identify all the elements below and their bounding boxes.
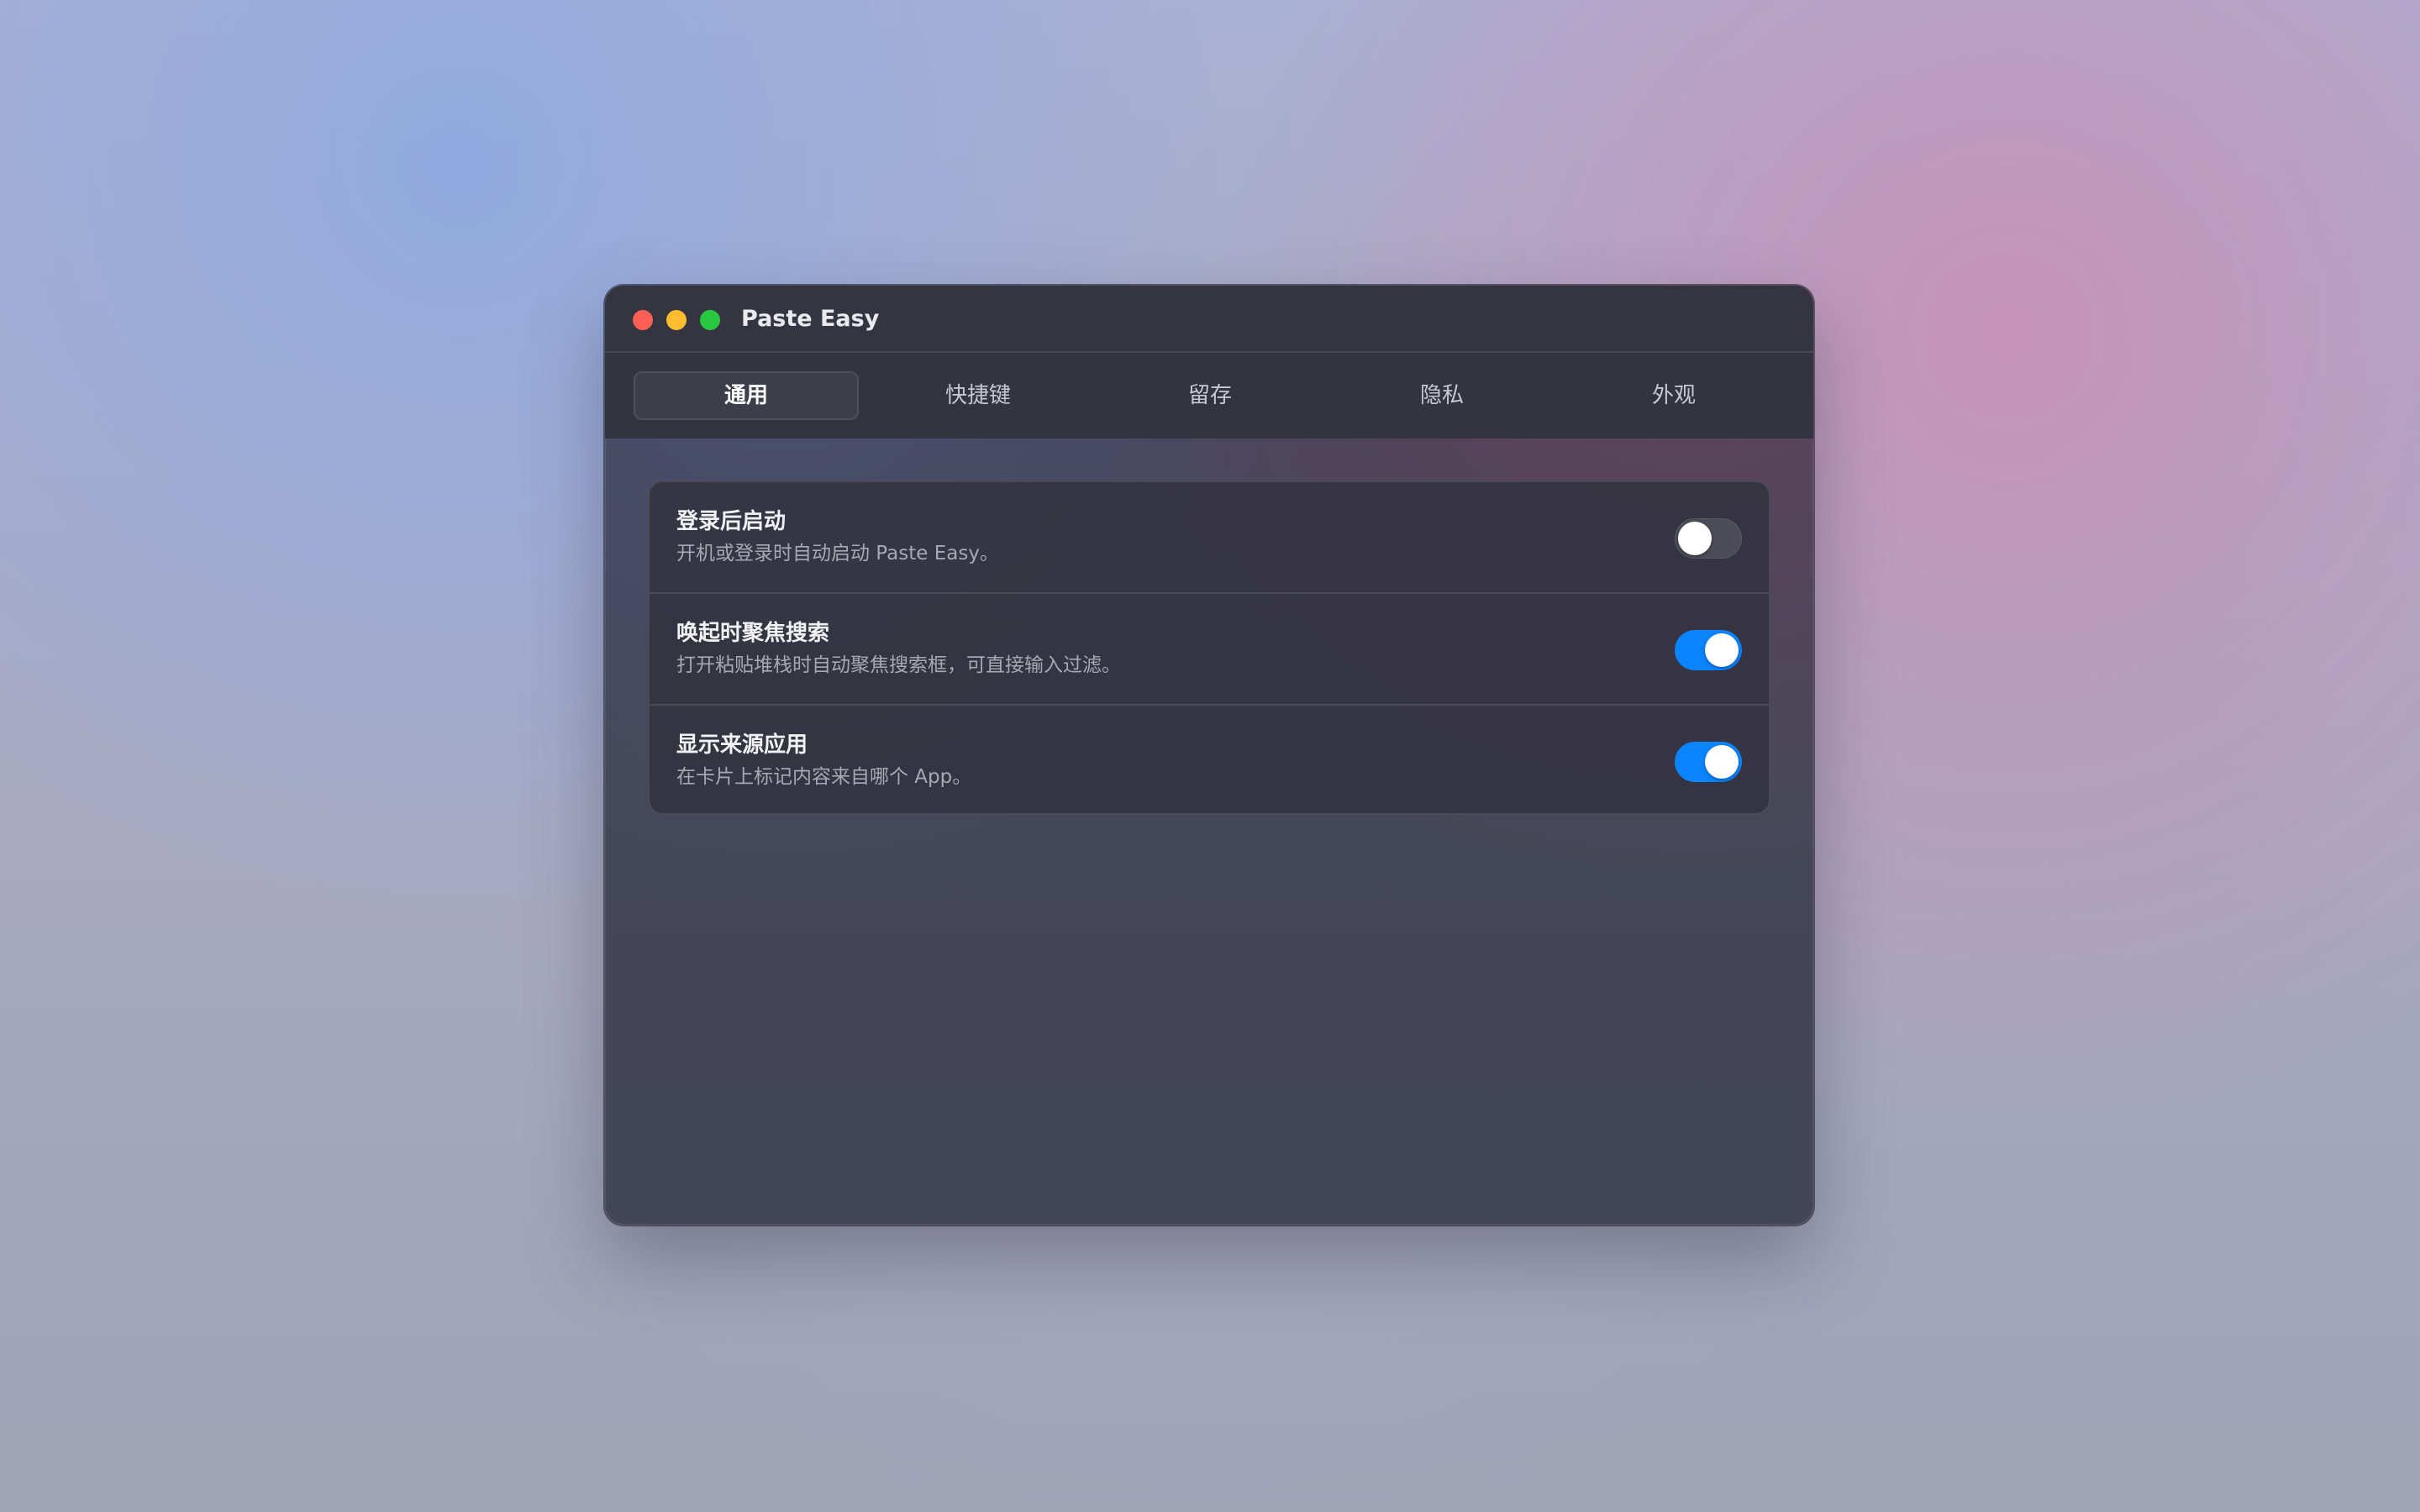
tab-appearance[interactable]: 外观 xyxy=(1561,371,1786,420)
focus-search-toggle[interactable] xyxy=(1675,630,1742,670)
toggle-knob xyxy=(1705,745,1739,779)
minimize-window-button[interactable] xyxy=(666,310,687,330)
maximize-window-button[interactable] xyxy=(700,310,720,330)
setting-title: 登录后启动 xyxy=(676,509,786,534)
setting-row-show-source-app: 显示来源应用 在卡片上标记内容来自哪个 App。 xyxy=(650,706,1769,813)
toggle-knob xyxy=(1678,522,1712,555)
window-title: Paste Easy xyxy=(741,306,880,332)
setting-description: 在卡片上标记内容来自哪个 App。 xyxy=(676,766,972,788)
close-window-button[interactable] xyxy=(633,310,653,330)
title-bar[interactable]: Paste Easy xyxy=(605,286,1813,353)
show-source-app-toggle[interactable] xyxy=(1675,742,1742,782)
setting-title: 唤起时聚焦搜索 xyxy=(676,621,830,646)
setting-title: 显示来源应用 xyxy=(676,732,808,758)
tab-privacy[interactable]: 隐私 xyxy=(1329,371,1555,420)
settings-group: 登录后启动 开机或登录时自动启动 Paste Easy。 唤起时聚焦搜索 打开粘… xyxy=(648,480,1770,815)
tab-shortcuts[interactable]: 快捷键 xyxy=(865,371,1091,420)
setting-row-focus-search: 唤起时聚焦搜索 打开粘贴堆栈时自动聚焦搜索框，可直接输入过滤。 xyxy=(650,594,1769,706)
launch-at-login-toggle[interactable] xyxy=(1675,518,1742,559)
tab-general[interactable]: 通用 xyxy=(634,371,859,420)
settings-window: Paste Easy 通用 快捷键 留存 隐私 外观 登录后启动 开机或登录时自… xyxy=(605,286,1813,1225)
tab-bar: 通用 快捷键 留存 隐私 外观 xyxy=(605,353,1813,438)
setting-row-launch-at-login: 登录后启动 开机或登录时自动启动 Paste Easy。 xyxy=(650,482,1769,594)
setting-description: 开机或登录时自动启动 Paste Easy。 xyxy=(676,543,999,564)
setting-description: 打开粘贴堆栈时自动聚焦搜索框，可直接输入过滤。 xyxy=(676,654,1121,676)
tab-retention[interactable]: 留存 xyxy=(1097,371,1323,420)
toggle-knob xyxy=(1705,633,1739,667)
